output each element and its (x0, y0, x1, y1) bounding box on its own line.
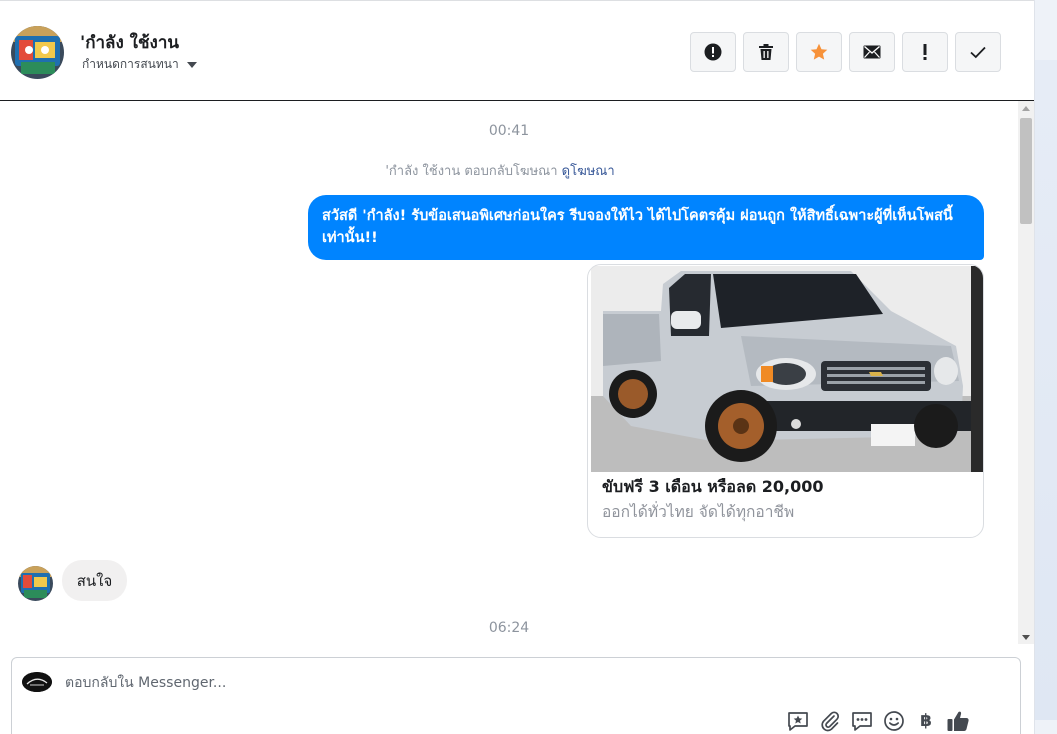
header-actions (690, 32, 1001, 72)
like-button[interactable] (946, 709, 970, 733)
mark-done-button[interactable] (955, 32, 1001, 72)
envelope-icon (863, 45, 881, 59)
thumbs-up-icon (947, 711, 969, 731)
attach-file-button[interactable] (818, 709, 842, 733)
ad-reply-notice: 'กำลัง ใช้งาน ตอบกลับโฆษณา ดูโฆษณา (0, 160, 1000, 181)
exclamation-icon (923, 44, 927, 60)
baht-icon: ฿ (920, 711, 932, 731)
ad-title: ขับฟรี 3 เดือน หรือลด 20,000 (602, 477, 824, 496)
trash-icon (759, 44, 773, 60)
chat-bubble-icon (852, 712, 872, 731)
sender-avatar[interactable] (18, 566, 53, 601)
outgoing-message-bubble: สวัสดี 'กำลัง! รับข้อเสนอพิเศษก่อนใคร รี… (308, 195, 984, 260)
conversation-settings-label: กำหนดการสนทนา (82, 57, 179, 71)
emoji-button[interactable] (882, 709, 906, 733)
contact-avatar[interactable] (11, 26, 64, 79)
delete-button[interactable] (743, 32, 789, 72)
checkmark-icon (970, 46, 986, 59)
arrow-down-icon (1022, 634, 1030, 640)
mark-unread-button[interactable] (849, 32, 895, 72)
smiley-icon (884, 711, 904, 731)
side-panel-strip (1034, 0, 1057, 734)
message-composer: ฿ (11, 657, 1021, 734)
message-thread[interactable]: 00:41 'กำลัง ใช้งาน ตอบกลับโฆษณา ดูโฆษณา… (0, 101, 1018, 644)
conversation-header: 'กำลัง ใช้งาน กำหนดการสนทนา (0, 0, 1034, 101)
scroll-down-button[interactable] (1018, 630, 1034, 644)
ad-image (591, 266, 983, 472)
caret-down-icon (186, 61, 197, 68)
page-logo (22, 672, 52, 692)
alert-circle-icon (704, 43, 722, 61)
paperclip-icon (821, 711, 840, 732)
composer-tools: ฿ (786, 709, 970, 733)
payment-button[interactable]: ฿ (914, 709, 938, 733)
quick-replies-button[interactable] (850, 709, 874, 733)
ad-card[interactable]: ขับฟรี 3 เดือน หรือลด 20,000 ออกได้ทั่วไ… (587, 264, 984, 538)
timestamp: 00:41 (488, 123, 530, 139)
saved-reply-icon (788, 712, 808, 731)
star-button[interactable] (796, 32, 842, 72)
scroll-thumb[interactable] (1020, 118, 1032, 224)
ad-reply-text: 'กำลัง ใช้งาน ตอบกลับโฆษณา (385, 164, 558, 179)
ad-subtitle: ออกได้ทั่วไทย จัดได้ทุกอาชีพ (602, 503, 795, 521)
timestamp: 06:24 (488, 620, 530, 636)
contact-name[interactable]: 'กำลัง ใช้งาน (80, 29, 179, 56)
arrow-up-icon (1022, 105, 1030, 111)
report-spam-button[interactable] (690, 32, 736, 72)
reply-input[interactable] (65, 672, 765, 694)
scroll-up-button[interactable] (1018, 101, 1034, 115)
thread-scrollbar[interactable] (1018, 101, 1034, 644)
conversation-settings-dropdown[interactable]: กำหนดการสนทนา (82, 55, 197, 74)
star-icon (810, 43, 828, 60)
incoming-message-bubble: สนใจ (62, 560, 127, 601)
follow-up-button[interactable] (902, 32, 948, 72)
view-ad-link[interactable]: ดูโฆษณา (562, 164, 615, 179)
saved-reply-button[interactable] (786, 709, 810, 733)
